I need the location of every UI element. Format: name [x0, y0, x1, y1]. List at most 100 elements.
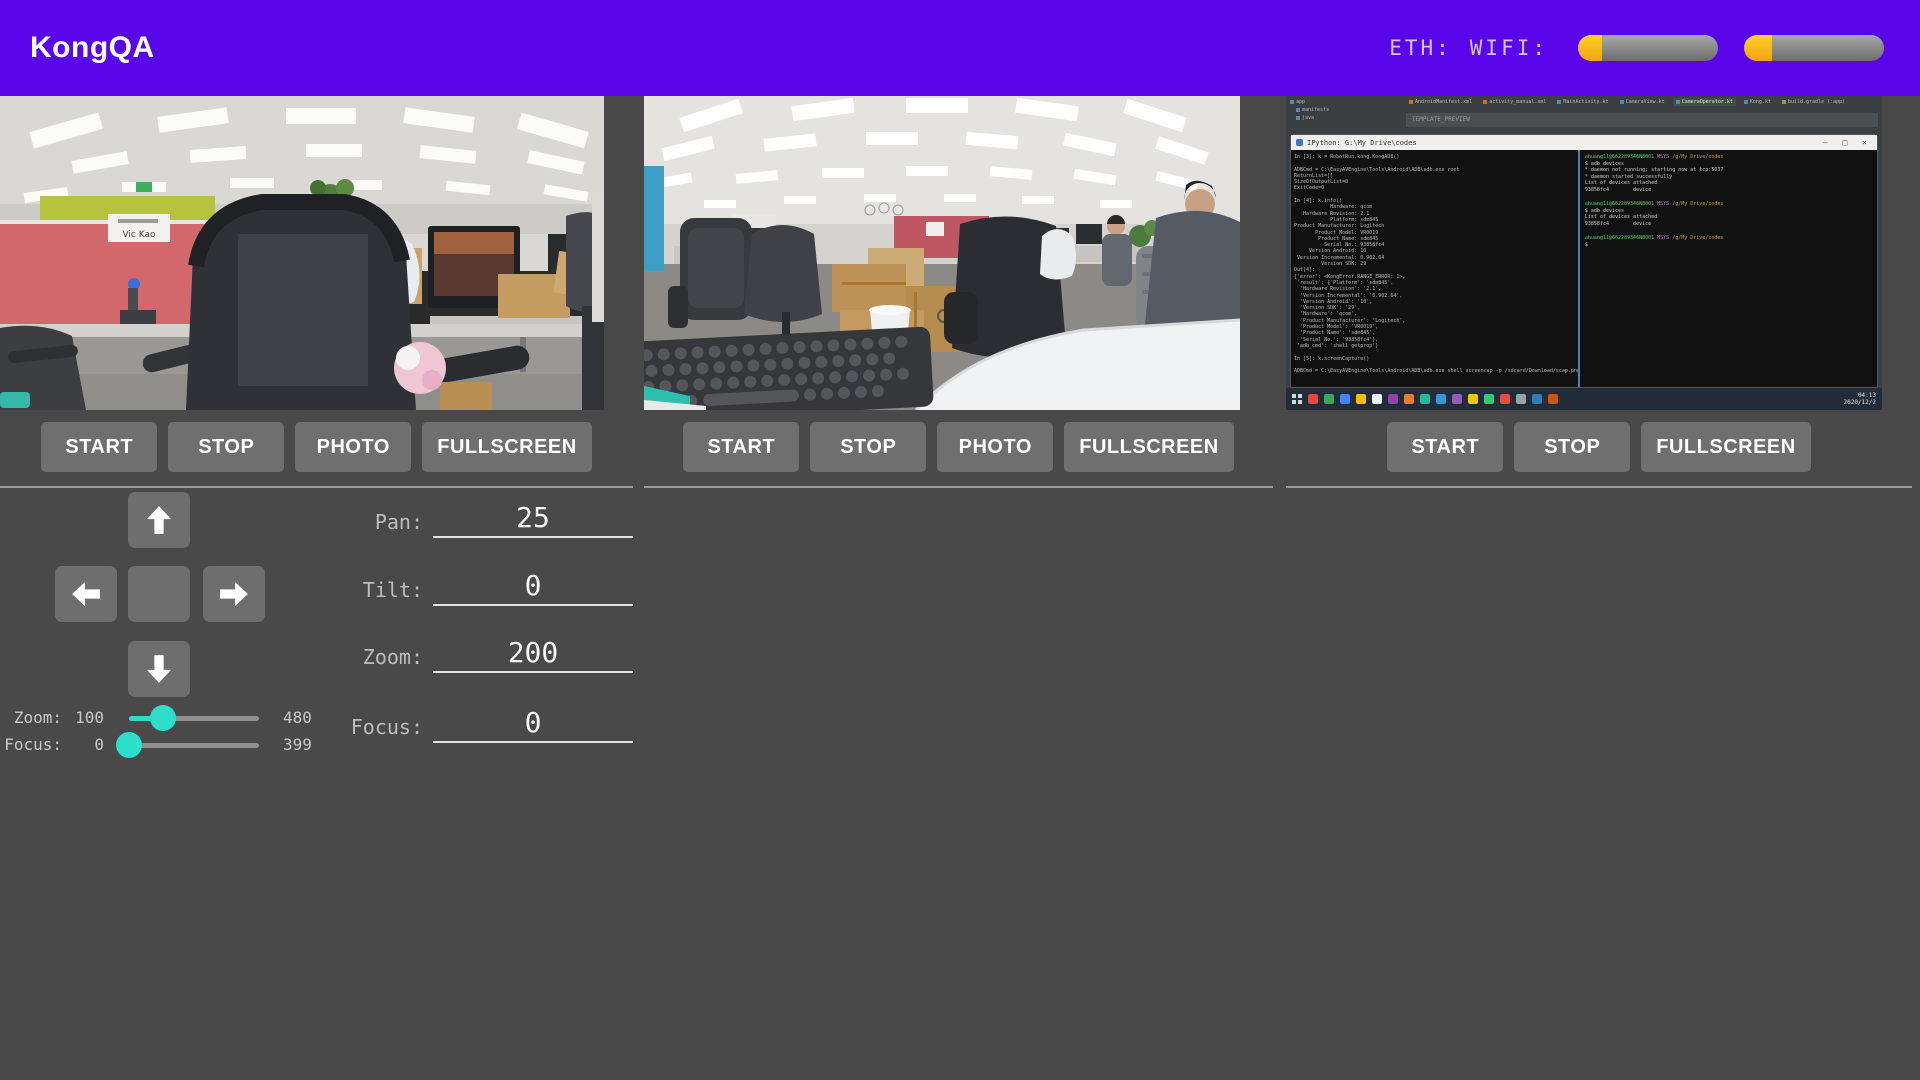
photo-button[interactable]: PHOTO — [295, 422, 411, 472]
camera-2-panel: START STOP PHOTO FULLSCREEN — [644, 96, 1273, 1080]
terminal-window-title: IPython: G:\My Drive\codes — [1307, 139, 1417, 147]
wall-clocks — [865, 203, 903, 215]
file-icon — [1483, 100, 1487, 104]
start-button[interactable]: START — [41, 422, 157, 472]
camera-3-feed: app manifests java AndroidManifest.xml a… — [1286, 96, 1882, 410]
terminal-body: In [3]: k = RobotRun.kong.KongADB() ADBC… — [1291, 150, 1877, 387]
zoom-field-label: Zoom: — [320, 645, 423, 669]
wifi-label: WIFI: — [1470, 36, 1548, 60]
camera-1-feed: Vic Kao — [0, 96, 604, 410]
arrow-right-icon — [219, 581, 249, 607]
ide-search-bar: TEMPLATE_PREVIEW — [1406, 113, 1878, 127]
stop-button[interactable]: STOP — [1514, 422, 1630, 472]
fullscreen-button[interactable]: FULLSCREEN — [1064, 422, 1233, 472]
camera-2-buttons: START STOP PHOTO FULLSCREEN — [644, 422, 1273, 472]
app-icon — [1404, 394, 1414, 404]
start-button[interactable]: START — [1387, 422, 1503, 472]
ide-project-tree: app manifests java — [1290, 98, 1402, 122]
app-header: KongQA ETH: WIFI: — [0, 0, 1920, 96]
app-title: KongQA — [30, 31, 155, 65]
tilt-field[interactable]: 0 — [433, 570, 633, 606]
panel-divider — [1286, 486, 1912, 488]
eth-signal-fill — [1578, 35, 1602, 61]
photo-button[interactable]: PHOTO — [937, 422, 1053, 472]
nameplate: Vic Kao — [108, 214, 170, 242]
app-icon — [1356, 394, 1366, 404]
taskbar-clock: 04:13 2020/12/2 — [1843, 392, 1876, 406]
arrow-down-icon — [146, 654, 172, 684]
msys-console: ahuang11@662289346N8001 MSYS /g/My Drive… — [1580, 150, 1877, 387]
stop-button[interactable]: STOP — [168, 422, 284, 472]
panel-divider — [0, 486, 633, 488]
file-icon — [1782, 100, 1786, 104]
pan-field[interactable]: 25 — [433, 502, 633, 538]
focus-field-label: Focus: — [320, 715, 423, 739]
app-icon — [1420, 394, 1430, 404]
eth-label: ETH: — [1389, 36, 1452, 60]
app-icon — [1468, 394, 1478, 404]
app-icon — [1500, 394, 1510, 404]
terminal-window: IPython: G:\My Drive\codes – □ × In [3]:… — [1290, 134, 1878, 388]
camera-3-panel: app manifests java AndroidManifest.xml a… — [1286, 96, 1912, 1080]
app-icon — [1388, 394, 1398, 404]
focus-slider-thumb[interactable] — [116, 732, 142, 758]
focus-slider-track[interactable] — [129, 743, 259, 748]
app-icon — [1436, 394, 1446, 404]
windows-start-icon — [1292, 394, 1302, 404]
tilt-field-label: Tilt: — [320, 578, 423, 602]
file-icon — [1620, 100, 1624, 104]
app-icon — [1324, 394, 1334, 404]
app-icon — [1532, 394, 1542, 404]
tilt-down-button[interactable] — [128, 641, 190, 697]
wifi-signal-fill — [1744, 35, 1772, 61]
arrow-up-icon — [146, 505, 172, 535]
zoom-slider-track[interactable] — [129, 716, 259, 721]
focus-field[interactable]: 0 — [433, 707, 633, 743]
camera-3-buttons: START STOP FULLSCREEN — [1286, 422, 1912, 472]
camera-1-panel: Vic Kao — [0, 96, 633, 1080]
zoom-slider-label: Zoom: — [0, 708, 62, 728]
zoom-field[interactable]: 200 — [433, 637, 633, 673]
panel-divider — [644, 486, 1273, 488]
pan-left-button[interactable] — [55, 566, 117, 622]
pan-field-label: Pan: — [320, 510, 423, 534]
desktop-screenshot-scene: app manifests java AndroidManifest.xml a… — [1286, 96, 1882, 410]
office-chair-scene: Vic Kao — [0, 96, 604, 410]
fullscreen-button[interactable]: FULLSCREEN — [422, 422, 591, 472]
fullscreen-button[interactable]: FULLSCREEN — [1641, 422, 1810, 472]
terminal-title-bar: IPython: G:\My Drive\codes – □ × — [1291, 135, 1877, 150]
folder-icon — [1296, 108, 1300, 112]
zoom-slider-thumb[interactable] — [150, 705, 176, 731]
app-icon — [1516, 394, 1526, 404]
office-panorama-scene — [644, 96, 1240, 410]
app-icon — [1308, 394, 1318, 404]
dpad-center-button[interactable] — [128, 566, 190, 622]
ide-window: app manifests java AndroidManifest.xml a… — [1286, 96, 1882, 134]
camera-2-feed — [644, 96, 1240, 410]
app-icon — [1452, 394, 1462, 404]
app-icon — [1340, 394, 1350, 404]
file-icon — [1409, 100, 1413, 104]
ipython-console-text: In [3]: k = RobotRun.kong.KongADB() ADBC… — [1291, 150, 1580, 387]
zoom-slider-min: 100 — [66, 708, 104, 728]
start-button[interactable]: START — [683, 422, 799, 472]
svg-text:Vic Kao: Vic Kao — [122, 230, 156, 240]
arrow-left-icon — [71, 581, 101, 607]
tilt-up-button[interactable] — [128, 492, 190, 548]
file-icon — [1676, 100, 1680, 104]
pan-right-button[interactable] — [203, 566, 265, 622]
app-icon — [1372, 394, 1382, 404]
main-content: Vic Kao — [0, 96, 1920, 1080]
ide-editor-tabs: AndroidManifest.xml activity_manual.xml … — [1406, 98, 1878, 106]
camera-1-buttons: START STOP PHOTO FULLSCREEN — [0, 422, 633, 472]
stop-button[interactable]: STOP — [810, 422, 926, 472]
file-icon — [1744, 100, 1748, 104]
network-status: ETH: WIFI: — [1389, 35, 1884, 61]
folder-icon — [1296, 116, 1300, 120]
wifi-signal-bar — [1744, 35, 1884, 61]
windows-taskbar: 04:13 2020/12/2 — [1286, 388, 1882, 410]
file-icon — [1557, 100, 1561, 104]
focus-slider-label: Focus: — [0, 735, 62, 755]
blue-wall — [644, 166, 664, 271]
python-icon — [1296, 139, 1303, 146]
